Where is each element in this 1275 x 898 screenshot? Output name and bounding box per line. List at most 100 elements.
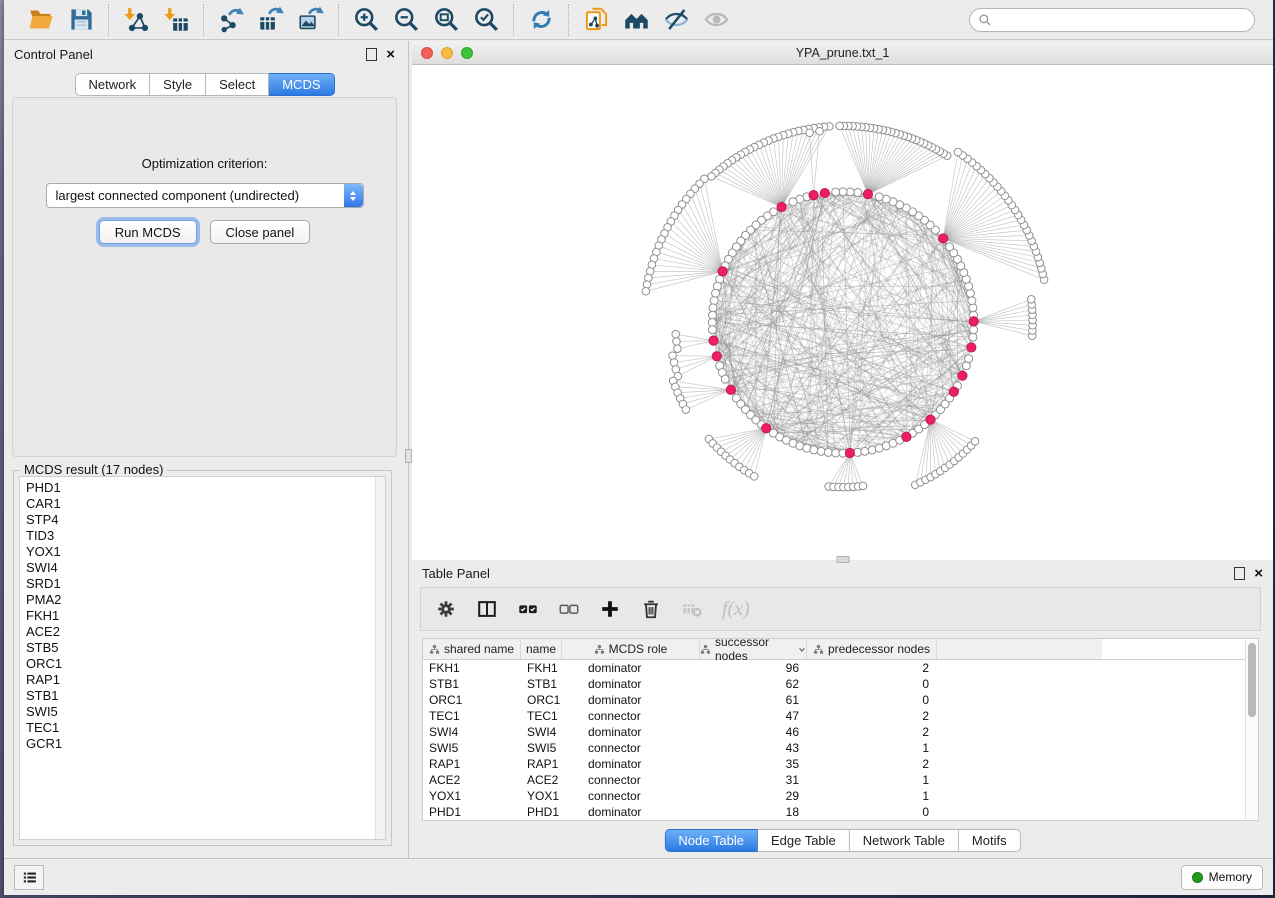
- export-table-button[interactable]: [254, 4, 288, 36]
- mcds-list-scrollbar[interactable]: [375, 477, 385, 839]
- mcds-result-item[interactable]: RAP1: [20, 672, 385, 688]
- table-row[interactable]: SWI4SWI4dominator462: [423, 724, 1258, 740]
- tab-network-table[interactable]: Network Table: [850, 829, 959, 852]
- select-all-rows-button[interactable]: [517, 598, 539, 620]
- zoom-in-button[interactable]: [349, 4, 383, 36]
- close-panel-button[interactable]: Close panel: [210, 220, 311, 244]
- search-input[interactable]: [997, 12, 1246, 28]
- export-image-button[interactable]: [294, 4, 328, 36]
- table-row[interactable]: RAP1RAP1dominator352: [423, 756, 1258, 772]
- cell-successor-nodes: 43: [700, 741, 807, 755]
- hide-graphics-details-button[interactable]: [659, 4, 693, 36]
- mcds-result-item[interactable]: SRD1: [20, 576, 385, 592]
- mcds-result-item[interactable]: STB5: [20, 640, 385, 656]
- add-column-button[interactable]: [599, 598, 621, 620]
- table-settings-button[interactable]: [435, 598, 457, 620]
- refresh-network-button[interactable]: [524, 4, 558, 36]
- table-row[interactable]: YOX1YOX1connector291: [423, 788, 1258, 804]
- mcds-result-list[interactable]: PHD1CAR1STP4TID3YOX1SWI4SRD1PMA2FKH1ACE2…: [19, 476, 386, 840]
- delete-table-button[interactable]: [681, 598, 703, 620]
- delete-column-button[interactable]: [640, 598, 662, 620]
- panel-splitter[interactable]: [405, 41, 412, 858]
- table-row[interactable]: FKH1FKH1dominator962: [423, 660, 1258, 676]
- table-scrollbar[interactable]: [1245, 640, 1258, 819]
- function-builder-button[interactable]: f(x): [722, 598, 750, 621]
- task-history-button[interactable]: [14, 865, 44, 890]
- zoom-fit-button[interactable]: [429, 4, 463, 36]
- tab-mcds[interactable]: MCDS: [269, 73, 334, 96]
- float-table-panel-icon[interactable]: [1234, 567, 1245, 580]
- zoom-out-button[interactable]: [389, 4, 423, 36]
- import-network-icon: [123, 6, 150, 33]
- mcds-result-item[interactable]: ORC1: [20, 656, 385, 672]
- tab-edge-table[interactable]: Edge Table: [758, 829, 850, 852]
- column-header-mcds-role[interactable]: MCDS role: [562, 639, 700, 659]
- column-header-predecessor-nodes[interactable]: predecessor nodes: [807, 639, 937, 659]
- float-panel-icon[interactable]: [366, 48, 377, 61]
- split-columns-button[interactable]: [476, 598, 498, 620]
- tab-node-table[interactable]: Node Table: [664, 829, 758, 852]
- column-header-successor-nodes[interactable]: successor nodes: [700, 639, 807, 659]
- zoom-selected-button[interactable]: [469, 4, 503, 36]
- mcds-result-item[interactable]: TID3: [20, 528, 385, 544]
- network-titlebar: YPA_prune.txt_1: [412, 41, 1273, 65]
- tree-icon: [700, 644, 711, 655]
- mcds-result-item[interactable]: FKH1: [20, 608, 385, 624]
- search-field[interactable]: [969, 8, 1255, 32]
- column-header-shared-name[interactable]: shared name: [423, 639, 521, 659]
- tab-network[interactable]: Network: [74, 73, 150, 96]
- unselect-all-rows-button[interactable]: [558, 598, 580, 620]
- network-canvas[interactable]: [412, 65, 1273, 560]
- mcds-tab-content: Optimization criterion: largest connecte…: [12, 97, 397, 457]
- memory-button[interactable]: Memory: [1181, 865, 1263, 890]
- mcds-result-item[interactable]: GCR1: [20, 736, 385, 752]
- import-network-button[interactable]: [119, 4, 153, 36]
- save-session-button[interactable]: [64, 4, 98, 36]
- table-scrollbar-thumb[interactable]: [1248, 643, 1256, 717]
- cell-name: ACE2: [521, 773, 562, 787]
- splitter-handle[interactable]: [405, 449, 412, 463]
- list-icon: [21, 869, 38, 886]
- mcds-result-item[interactable]: YOX1: [20, 544, 385, 560]
- mcds-result-item[interactable]: STB1: [20, 688, 385, 704]
- cell-shared-name: FKH1: [423, 661, 521, 675]
- table-row[interactable]: PHD1PHD1dominator180: [423, 804, 1258, 820]
- table-row[interactable]: ORC1ORC1dominator610: [423, 692, 1258, 708]
- network-overview-button[interactable]: [619, 4, 653, 36]
- horizontal-splitter-handle[interactable]: [836, 556, 849, 563]
- mcds-result-item[interactable]: ACE2: [20, 624, 385, 640]
- column-header-name[interactable]: name: [521, 639, 562, 659]
- mcds-result-item[interactable]: CAR1: [20, 496, 385, 512]
- table-row[interactable]: STB1STB1dominator620: [423, 676, 1258, 692]
- cell-successor-nodes: 46: [700, 725, 807, 739]
- run-mcds-button[interactable]: Run MCDS: [99, 220, 197, 244]
- show-graphics-details-button[interactable]: [699, 4, 733, 36]
- mcds-result-item[interactable]: STP4: [20, 512, 385, 528]
- import-table-button[interactable]: [159, 4, 193, 36]
- mcds-result-item[interactable]: SWI4: [20, 560, 385, 576]
- refresh-icon: [528, 6, 555, 33]
- close-panel-icon[interactable]: ×: [386, 49, 395, 60]
- open-session-button[interactable]: [24, 4, 58, 36]
- select-all-icon: [517, 598, 539, 620]
- tab-select[interactable]: Select: [206, 73, 269, 96]
- table-row[interactable]: TEC1TEC1connector472: [423, 708, 1258, 724]
- main-toolbar: [4, 0, 1273, 40]
- export-table-icon: [258, 6, 285, 33]
- sort-chevron-icon: [798, 645, 806, 654]
- table-row[interactable]: ACE2ACE2connector311: [423, 772, 1258, 788]
- mcds-result-item[interactable]: PHD1: [20, 477, 385, 496]
- zoom-selected-icon: [473, 6, 500, 33]
- mcds-result-item[interactable]: TEC1: [20, 720, 385, 736]
- tab-style[interactable]: Style: [150, 73, 206, 96]
- cell-predecessor-nodes: 2: [807, 709, 937, 723]
- clone-network-button[interactable]: [579, 4, 613, 36]
- export-network-button[interactable]: [214, 4, 248, 36]
- mcds-result-item[interactable]: PMA2: [20, 592, 385, 608]
- close-table-panel-icon[interactable]: ×: [1254, 568, 1263, 579]
- criterion-dropdown[interactable]: largest connected component (undirected): [46, 183, 364, 208]
- mcds-result-item[interactable]: SWI5: [20, 704, 385, 720]
- tab-motifs[interactable]: Motifs: [959, 829, 1021, 852]
- search-icon: [978, 13, 992, 27]
- table-row[interactable]: SWI5SWI5connector431: [423, 740, 1258, 756]
